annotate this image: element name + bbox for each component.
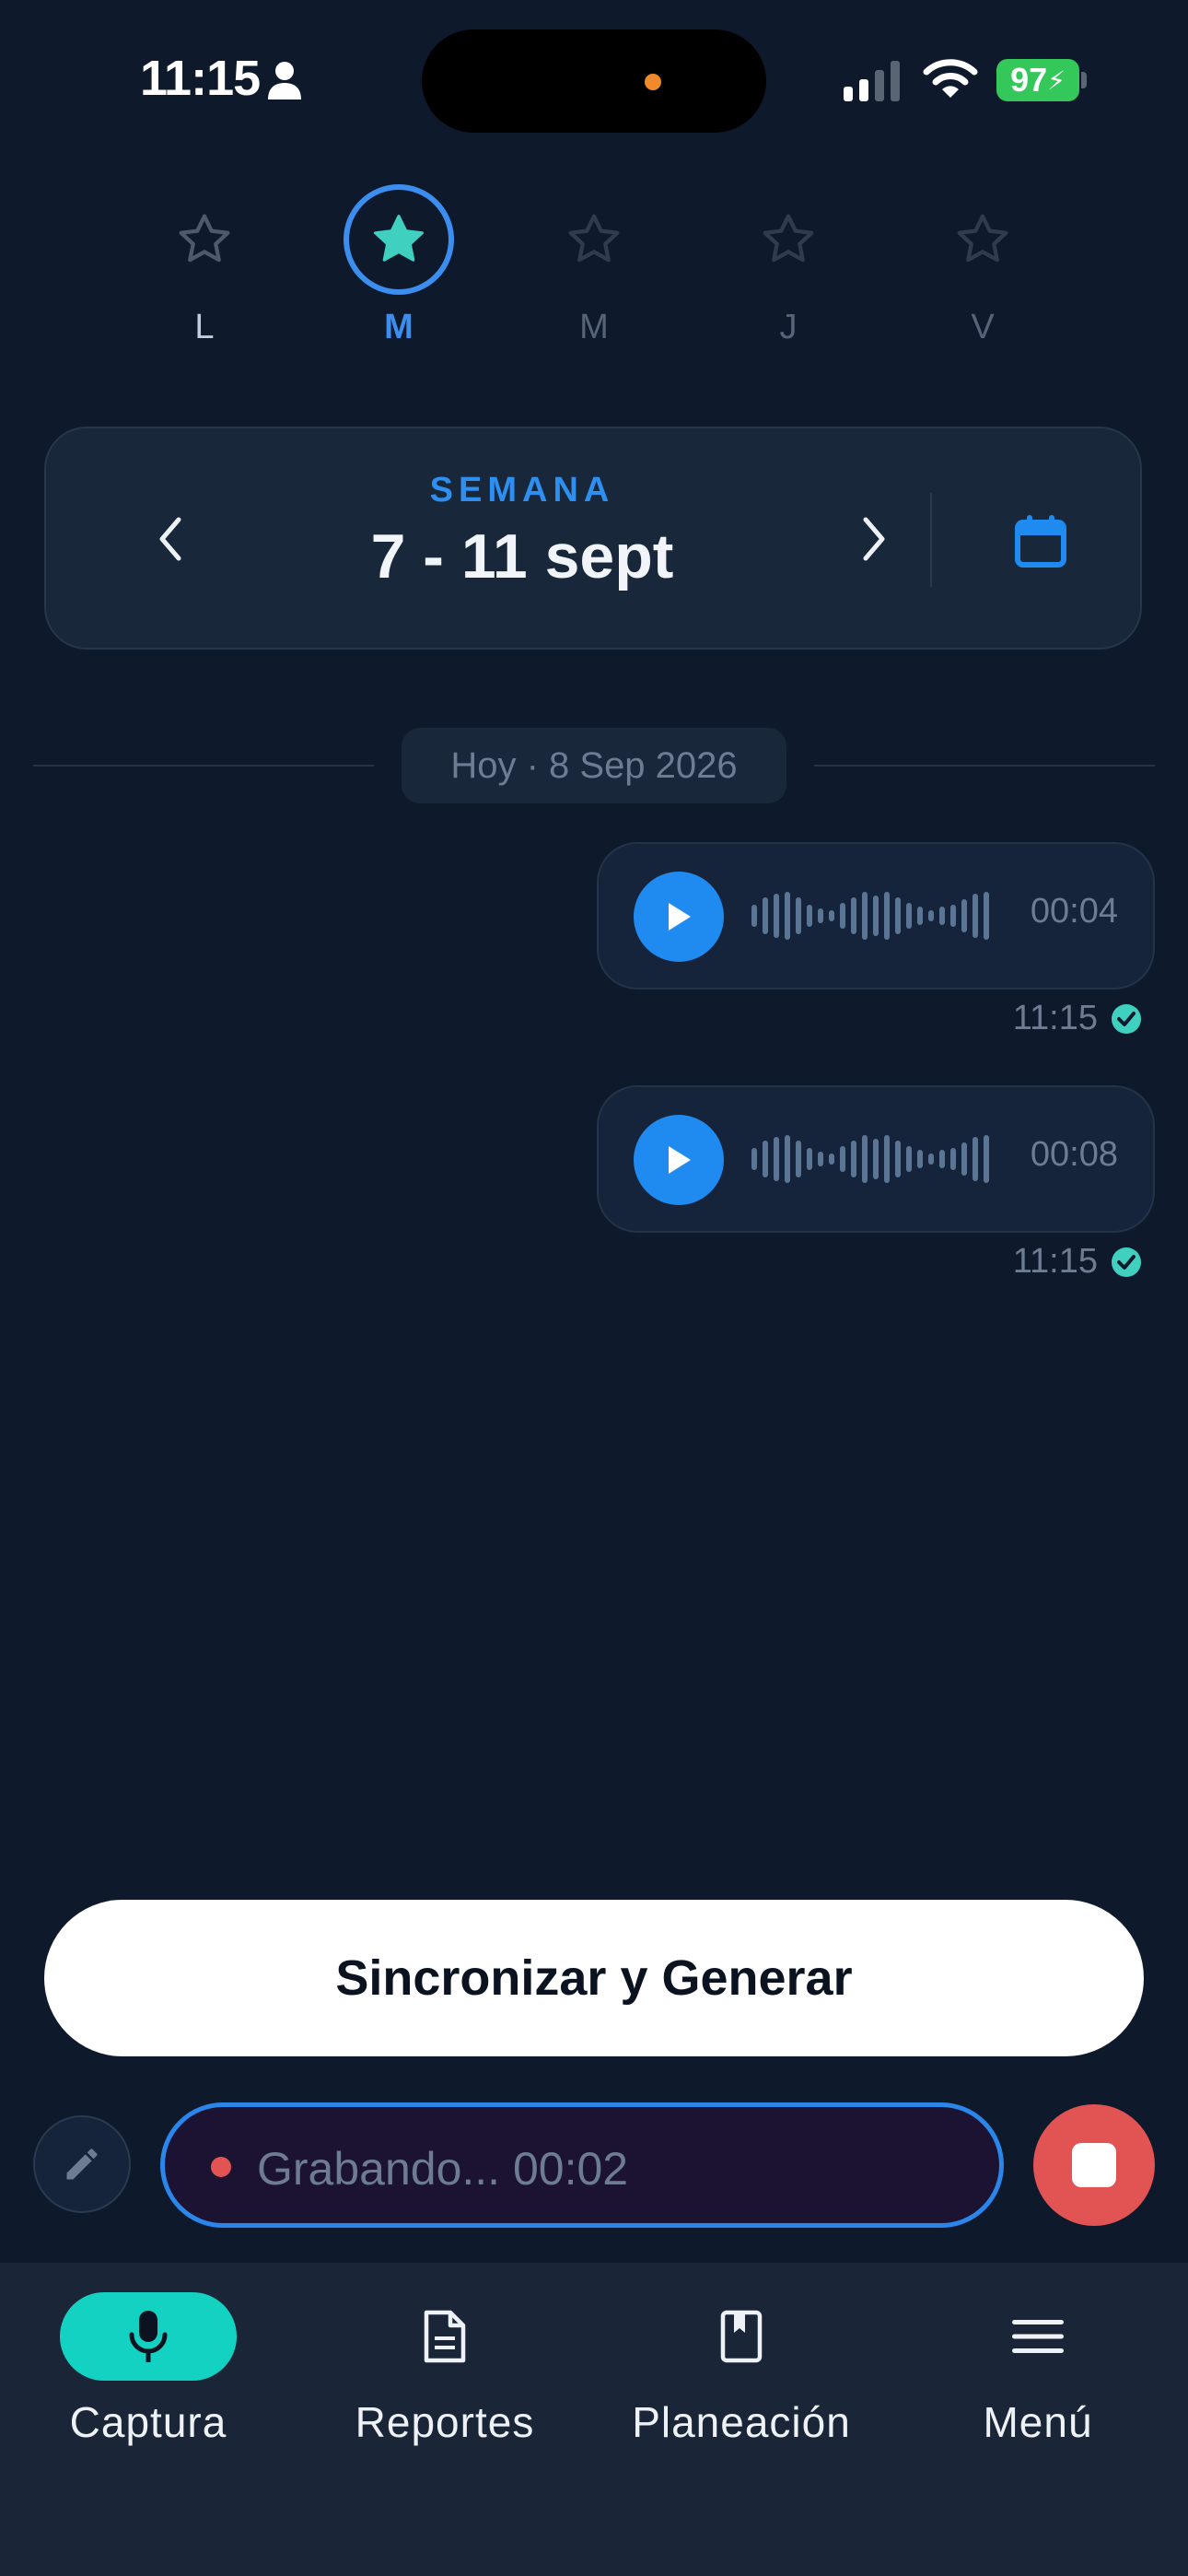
day-label: M [579,308,609,346]
day-selector: L M M J V [0,184,1188,369]
recording-field[interactable]: Grabando... 00:02 [160,2102,1004,2228]
document-icon [356,2292,533,2381]
message-duration: 00:08 [1030,1135,1118,1174]
message-meta: 11:15 [1013,1242,1142,1282]
recording-status: Grabando... 00:02 [257,2143,629,2195]
book-icon [653,2292,830,2381]
date-separator: Hoy · 8 Sep 2026 [402,728,786,803]
chevron-left-icon[interactable] [138,502,203,576]
message-time: 11:15 [1012,999,1098,1037]
week-range: 7 - 11 sept [370,521,674,591]
nav-label: Menú [983,2398,1093,2446]
day-m[interactable]: M [520,184,668,369]
divider [930,493,932,587]
day-label: L [194,308,215,346]
day-v[interactable]: V [909,184,1056,369]
stop-recording-button[interactable] [1033,2104,1155,2226]
star-outline-icon [539,184,649,295]
person-icon [268,62,301,100]
day-label: M [384,308,413,346]
separator-line [33,765,374,767]
nav-label: Planeación [632,2398,851,2446]
wifi-icon [923,59,978,98]
nav-reportes[interactable]: Reportes [297,2292,593,2476]
voice-message: 00:04 [597,842,1155,989]
signal-icon [844,61,900,101]
play-icon[interactable] [634,1115,724,1205]
day-label: V [971,308,995,346]
bottom-nav: Captura Reportes Planeación Menú [0,2263,1188,2576]
nav-label: Captura [69,2398,227,2446]
play-icon[interactable] [634,872,724,962]
sync-generate-button[interactable]: Sincronizar y Generar [44,1900,1144,2056]
calendar-icon[interactable] [1002,502,1079,580]
battery-cap [1081,72,1087,88]
nav-menu[interactable]: Menú [890,2292,1186,2476]
privacy-indicator [645,74,661,90]
chevron-right-icon[interactable] [842,502,906,576]
week-label: SEMANA [429,471,615,509]
nav-label: Reportes [355,2398,535,2446]
message-time: 11:15 [1012,1242,1098,1281]
separator-line [814,765,1155,767]
check-icon [1112,1003,1141,1034]
menu-icon [949,2292,1126,2381]
star-outline-icon [733,184,844,295]
star-outline-icon [149,184,260,295]
star-filled-icon [344,184,454,295]
nav-planeacion[interactable]: Planeación [593,2292,890,2476]
status-bar: 11:15 97 ⚡ [0,0,1188,166]
check-icon [1112,1247,1141,1277]
star-outline-icon [927,184,1038,295]
week-card: SEMANA 7 - 11 sept [44,427,1142,650]
stop-icon [1072,2143,1116,2187]
battery-icon: 97 ⚡ [996,59,1079,101]
message-duration: 00:04 [1030,892,1118,931]
recording-dot-icon [211,2157,231,2177]
message-meta: 11:15 [1013,999,1142,1038]
day-j[interactable]: J [715,184,862,369]
nav-captura[interactable]: Captura [0,2292,297,2476]
day-l[interactable]: L [131,184,278,369]
waveform [751,1135,989,1183]
microphone-icon [60,2292,237,2381]
waveform [751,892,989,940]
dynamic-island [422,29,766,133]
day-label: J [779,308,798,346]
battery-level: 97 [1010,61,1048,99]
pencil-icon[interactable] [33,2115,131,2213]
day-m-selected[interactable]: M [325,184,472,369]
status-time: 11:15 [140,51,261,106]
voice-message: 00:08 [597,1085,1155,1233]
